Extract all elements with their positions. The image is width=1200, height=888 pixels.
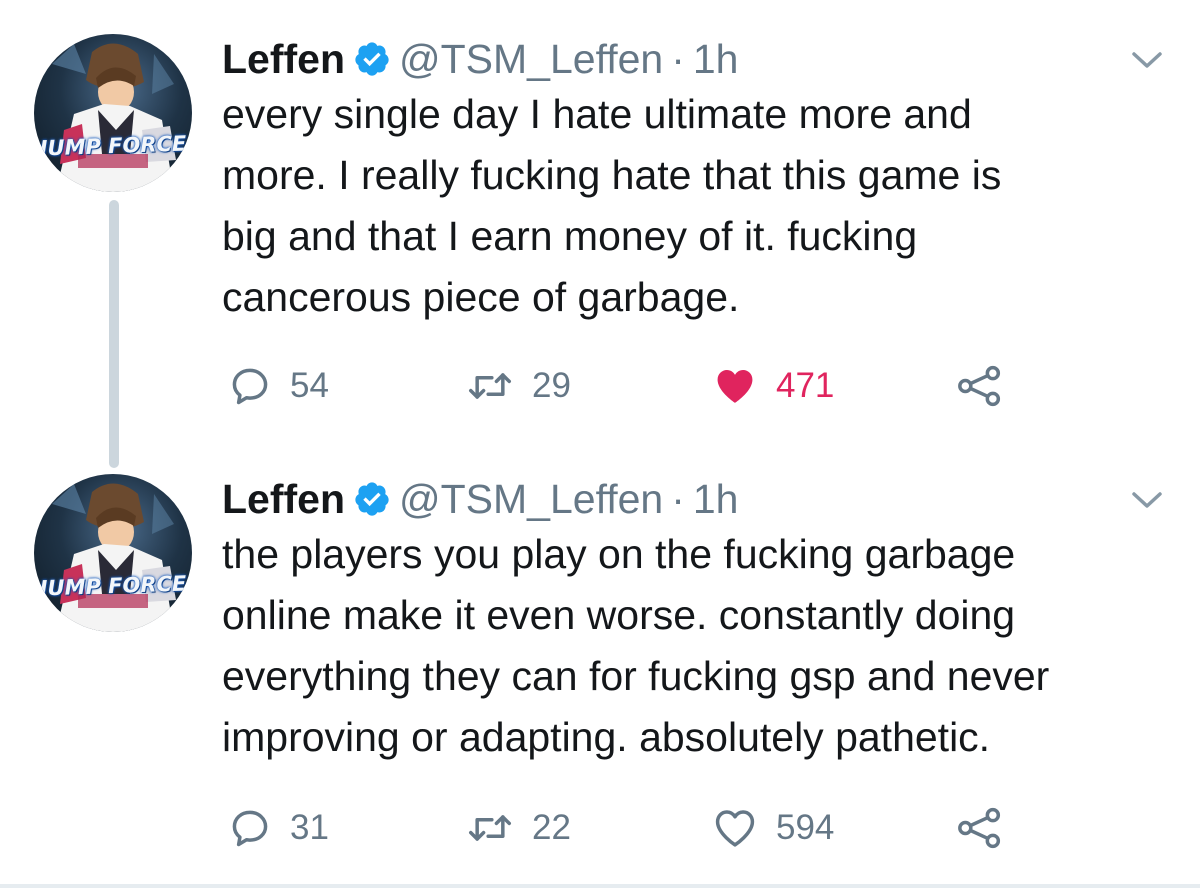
avatar-illustration — [52, 43, 176, 192]
tweet-text-line: everything they can for fucking gsp and … — [222, 653, 1050, 699]
tweet-text-line: more. I really fucking hate that this ga… — [222, 152, 1002, 198]
tweet-header: Leffen @TSM_Leffen · 1h — [222, 30, 738, 88]
author-handle[interactable]: @TSM_Leffen — [399, 476, 663, 523]
tweet-text-line: the players you play on the fucking garb… — [222, 531, 1016, 577]
share-icon — [958, 365, 1001, 407]
retweet-count: 29 — [532, 366, 571, 405]
tweet-text-line: improving or adapting. absolutely pathet… — [222, 714, 991, 760]
separator: · — [671, 475, 685, 522]
author-name[interactable]: Leffen — [222, 36, 345, 83]
timestamp[interactable]: 1h — [693, 476, 739, 523]
tweet-actions: 54 29 471 — [222, 358, 1022, 414]
tweet-actions: 31 22 594 — [222, 800, 1022, 856]
separator: · — [671, 35, 685, 82]
like-count: 594 — [776, 808, 835, 847]
tweet[interactable]: JUMP FORCE Leffen @TSM_Leffen · 1h the p… — [0, 440, 1200, 884]
tweet-text-line: cancerous piece of garbage. — [222, 274, 740, 320]
like-button[interactable]: 594 — [712, 800, 834, 856]
tweet[interactable]: JUMP FORCE Leffen @TSM_Leffen · 1h every… — [0, 0, 1200, 440]
tweet-text: every single day I hate ultimate more an… — [222, 84, 1182, 328]
verified-badge-icon — [353, 480, 391, 518]
chevron-down-icon[interactable] — [1128, 46, 1166, 74]
tweet-header: Leffen @TSM_Leffen · 1h — [222, 470, 738, 528]
chevron-down-icon[interactable] — [1128, 486, 1166, 514]
reply-icon — [232, 810, 268, 847]
retweet-icon — [469, 815, 511, 841]
tweet-text: the players you play on the fucking garb… — [222, 524, 1182, 768]
like-count: 471 — [776, 366, 835, 405]
reply-count: 31 — [290, 808, 329, 847]
tweet-text-line: online make it even worse. constantly do… — [222, 592, 1016, 638]
share-icon — [958, 807, 1001, 849]
avatar-illustration — [52, 483, 176, 632]
share-button[interactable] — [956, 800, 1004, 856]
tweet-text-line: every single day I hate ultimate more an… — [222, 91, 972, 137]
share-button[interactable] — [956, 358, 1004, 414]
reply-button[interactable]: 31 — [228, 800, 329, 856]
retweet-icon — [469, 373, 511, 399]
retweet-button[interactable]: 22 — [466, 800, 571, 856]
heart-icon — [715, 810, 755, 847]
reply-button[interactable]: 54 — [228, 358, 329, 414]
divider — [0, 884, 1200, 888]
verified-badge-icon — [353, 40, 391, 78]
tweet-text-line: big and that I earn money of it. fucking — [222, 213, 918, 259]
like-button[interactable]: 471 — [712, 358, 834, 414]
reply-icon — [232, 368, 268, 405]
avatar[interactable]: JUMP FORCE — [34, 474, 192, 632]
retweet-button[interactable]: 29 — [466, 358, 571, 414]
timestamp[interactable]: 1h — [693, 36, 739, 83]
author-name[interactable]: Leffen — [222, 476, 345, 523]
author-handle[interactable]: @TSM_Leffen — [399, 36, 663, 83]
reply-count: 54 — [290, 366, 329, 405]
heart-icon — [717, 370, 753, 403]
avatar[interactable]: JUMP FORCE — [34, 34, 192, 192]
retweet-count: 22 — [532, 808, 571, 847]
